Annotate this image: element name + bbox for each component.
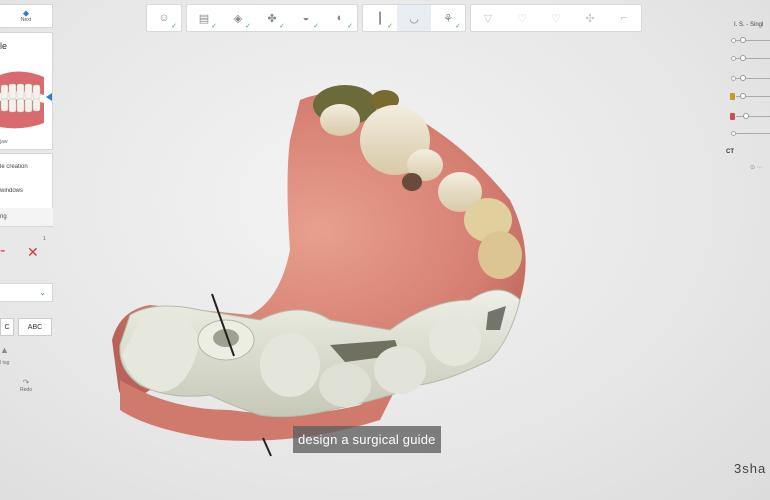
slider-knob[interactable] bbox=[739, 93, 746, 99]
visibility-slider[interactable] bbox=[730, 129, 770, 138]
workflow-toolbar: ☺▤◈✤◒◐┃◡⚘▽♡♡✣⌐ bbox=[146, 4, 646, 32]
action-count: 1 bbox=[43, 236, 46, 242]
next-label: Next bbox=[20, 17, 32, 23]
layer-toggle[interactable] bbox=[731, 38, 736, 43]
slider-track[interactable] bbox=[736, 133, 770, 134]
toolbar-group-4: ▽ ♡ ♡ ✣ ⌐ bbox=[470, 4, 642, 32]
patient-icon[interactable]: ☺ bbox=[147, 5, 181, 31]
toolbar-group-2: ▤◈✤◒◐ bbox=[186, 4, 358, 32]
video-subtitle: design a surgical guide bbox=[293, 426, 441, 453]
visibility-slider[interactable] bbox=[730, 36, 770, 45]
tooth-setup-icon[interactable]: ✤ bbox=[255, 5, 289, 31]
layer-toggle[interactable] bbox=[731, 76, 736, 81]
redo-label: Redo bbox=[20, 387, 32, 393]
sleeve-icon[interactable]: ◐ bbox=[323, 5, 357, 31]
tray-icon[interactable]: ⌐ bbox=[607, 5, 641, 31]
tooth-outline-2-icon[interactable]: ♡ bbox=[539, 5, 573, 31]
visibility-panel: I. S. - Singl CT ⊙ ⋯ bbox=[724, 16, 770, 186]
jaw-label: jaw bbox=[0, 139, 8, 145]
model-icon[interactable]: ◈ bbox=[221, 5, 255, 31]
slider-track[interactable] bbox=[736, 116, 770, 117]
chevron-down-icon: ⌄ bbox=[39, 288, 46, 297]
slider-knob[interactable] bbox=[739, 75, 746, 81]
layer-color-swatch bbox=[730, 93, 735, 100]
delete-icon[interactable]: ✕ bbox=[27, 245, 39, 259]
menu-item-creation[interactable]: le creation bbox=[0, 164, 53, 170]
add-icon[interactable]: - bbox=[0, 243, 5, 259]
tag-label: l tag bbox=[0, 360, 10, 366]
visibility-slider[interactable] bbox=[730, 74, 770, 83]
brand-logo: 3sha bbox=[734, 461, 767, 476]
abc-button[interactable]: ABC bbox=[18, 318, 52, 336]
redo-button[interactable]: ↷ Redo bbox=[12, 378, 40, 393]
measure-icon[interactable]: ⚘ bbox=[431, 5, 465, 31]
options-dropdown[interactable]: ⌄ bbox=[0, 283, 53, 302]
slider-knob[interactable] bbox=[739, 37, 746, 43]
ct-label: CT bbox=[726, 149, 734, 155]
action-row: - ✕ 1 bbox=[0, 232, 53, 268]
slider-knob[interactable] bbox=[739, 55, 746, 61]
menu-item-windows[interactable]: windows bbox=[0, 188, 53, 194]
panel-title: I. S. - Singl bbox=[734, 22, 764, 28]
tag-icon[interactable]: ▲ bbox=[0, 345, 9, 355]
abc-small-button[interactable]: C bbox=[0, 318, 14, 336]
drill-icon[interactable]: ✣ bbox=[573, 5, 607, 31]
redo-icon: ↷ bbox=[22, 378, 30, 387]
workflow-menu: le creation windows ng bbox=[0, 153, 53, 227]
next-arrow-icon: ⬥ bbox=[22, 8, 30, 18]
view-options-icon[interactable]: ⊙ ⋯ bbox=[750, 164, 763, 171]
bowl-icon[interactable]: ▽ bbox=[471, 5, 505, 31]
tooth-outline-icon[interactable]: ♡ bbox=[505, 5, 539, 31]
layer-toggle[interactable] bbox=[731, 131, 736, 136]
guide-icon[interactable]: ◡ bbox=[397, 5, 431, 31]
layer-color-swatch bbox=[730, 113, 735, 120]
model-title: le bbox=[0, 41, 8, 51]
menu-item-active[interactable]: ng bbox=[0, 208, 53, 226]
visibility-slider[interactable] bbox=[730, 112, 770, 121]
thumbnail-play-icon[interactable] bbox=[46, 93, 52, 101]
implant-icon[interactable]: ┃ bbox=[363, 5, 397, 31]
slider-knob[interactable] bbox=[742, 113, 749, 119]
next-button[interactable]: ⬥ Next bbox=[0, 4, 53, 28]
visibility-slider[interactable] bbox=[730, 92, 770, 101]
denture-thumbnail-icon[interactable] bbox=[0, 67, 46, 139]
model-preview-box: le jaw bbox=[0, 32, 53, 150]
visibility-slider[interactable] bbox=[730, 54, 770, 63]
toolbar-group-3: ┃◡⚘ bbox=[362, 4, 466, 32]
crown-icon[interactable]: ◒ bbox=[289, 5, 323, 31]
scan-import-icon[interactable]: ▤ bbox=[187, 5, 221, 31]
toolbar-group-1: ☺ bbox=[146, 4, 182, 32]
implant-axis-line-lower bbox=[262, 437, 272, 457]
layer-toggle[interactable] bbox=[731, 56, 736, 61]
left-panel: ⬥ Next le jaw le creation windows ng - ✕… bbox=[0, 0, 54, 400]
